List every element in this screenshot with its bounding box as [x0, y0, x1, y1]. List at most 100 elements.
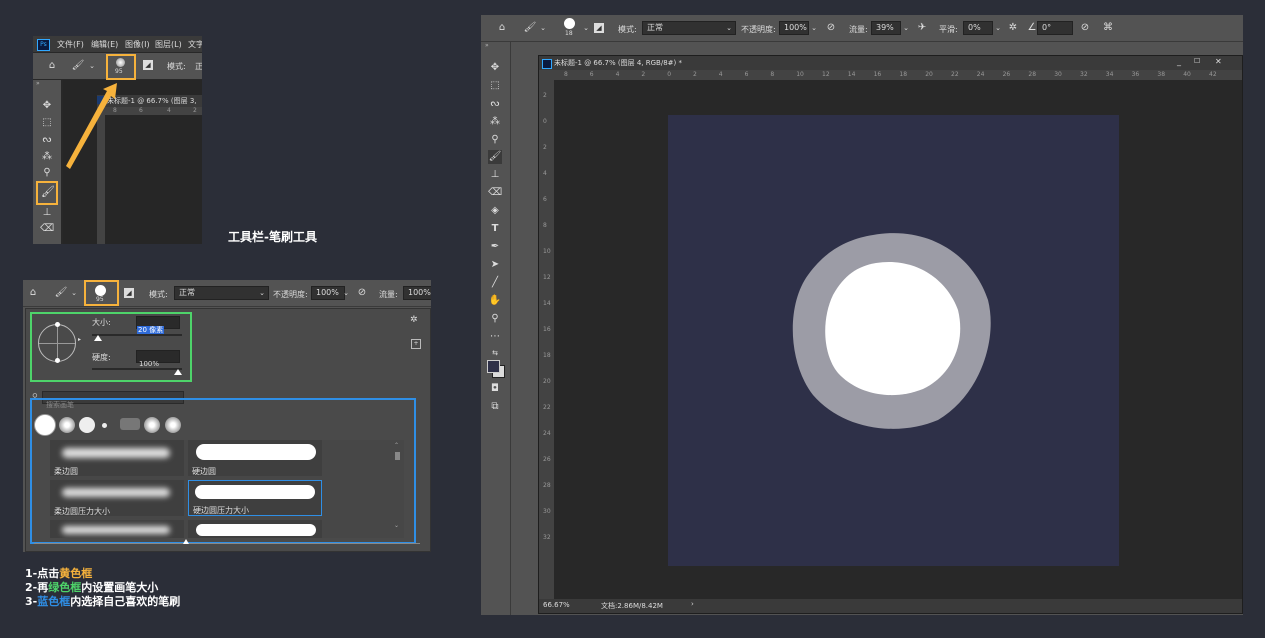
mode-select[interactable]: 正常 ⌄ — [642, 21, 736, 35]
foreground-color-swatch[interactable] — [487, 360, 500, 373]
maximize-icon[interactable]: ☐ — [1194, 57, 1200, 65]
minimize-icon[interactable]: _ — [1177, 57, 1181, 66]
collapse-icon[interactable]: » — [485, 42, 489, 49]
swap-colors-icon[interactable]: ⇆ — [488, 346, 502, 360]
recent-brush-selected[interactable] — [34, 414, 56, 436]
home-icon[interactable]: ⌂ — [495, 22, 509, 34]
hardness-slider-thumb[interactable] — [174, 369, 182, 375]
pressure-size-icon[interactable]: ⊘ — [1078, 22, 1092, 34]
size-slider-track[interactable] — [92, 334, 182, 336]
ruler-num: 6 — [589, 71, 594, 78]
brush-settings-icon[interactable]: ◢ — [124, 288, 134, 298]
mode-select[interactable]: 正常 ⌄ — [174, 286, 269, 300]
recent-brush[interactable] — [120, 418, 140, 430]
more-tools-icon[interactable]: ⋯ — [488, 330, 502, 344]
ruler-num: 14 — [543, 300, 551, 307]
home-icon[interactable]: ⌂ — [26, 287, 40, 299]
screen-mode-icon[interactable]: ⧉ — [488, 400, 502, 414]
handle-top[interactable] — [55, 322, 60, 327]
ruler-num: 10 — [796, 71, 804, 78]
preview-size-thumb[interactable] — [183, 539, 189, 544]
stamp-tool-icon[interactable]: ⊥ — [488, 168, 502, 182]
brush-angle-preview[interactable] — [38, 322, 76, 363]
new-preset-icon[interactable]: + — [411, 339, 421, 349]
opacity-input[interactable]: 100% — [779, 21, 809, 35]
symmetry-icon[interactable]: ⌘ — [1101, 22, 1115, 34]
close-icon[interactable]: ✕ — [1215, 57, 1222, 66]
chevron-right-icon[interactable]: › — [691, 600, 694, 608]
brush-item-soft-round-pressure[interactable]: 柔边圆压力大小 — [50, 480, 184, 516]
scrollbar[interactable]: ⌃ ⌄ — [394, 442, 400, 532]
move-tool-icon[interactable]: ✥ — [488, 61, 502, 75]
recent-brush[interactable] — [144, 417, 160, 433]
zoom-tool-icon[interactable]: ⚲ — [488, 312, 502, 326]
recent-brush[interactable] — [165, 417, 181, 433]
flow-input[interactable]: 100% — [403, 286, 431, 300]
step-2: 2-再绿色框内设置画笔大小 — [25, 581, 180, 595]
type-tool-icon[interactable]: T — [488, 222, 502, 236]
zoom-level[interactable]: 66.67% — [543, 601, 570, 609]
recent-brush[interactable] — [102, 423, 107, 428]
brush-label: 柔边圆压力大小 — [54, 507, 110, 516]
size-slider-thumb[interactable] — [94, 335, 102, 341]
hardness-slider-track[interactable] — [92, 368, 182, 370]
hardness-input[interactable]: 100% — [136, 350, 180, 368]
flow-input[interactable]: 39% — [871, 21, 901, 35]
recent-brush[interactable] — [59, 417, 75, 433]
instructions: 1-点击黄色框 2-再绿色框内设置画笔大小 3-蓝色框内选择自己喜欢的笔刷 — [25, 567, 180, 609]
pressure-opacity-icon[interactable]: ⊘ — [355, 287, 369, 299]
brush-item-hard-round-pressure[interactable]: 硬边圆压力大小 — [188, 480, 322, 516]
handle-bottom[interactable] — [55, 358, 60, 363]
size-input[interactable]: 20 像素 — [136, 316, 180, 334]
scroll-down-icon[interactable]: ⌄ — [394, 522, 399, 529]
ruler-num: 22 — [951, 71, 959, 78]
step-1: 1-点击黄色框 — [25, 567, 180, 581]
canvas[interactable] — [668, 115, 1119, 566]
gradient-tool-icon[interactable]: ◈ — [488, 204, 502, 218]
brush-tool-icon[interactable]: 🖌 — [54, 287, 68, 299]
eyedropper-icon[interactable]: ⚲ — [488, 133, 502, 147]
quick-mask-icon[interactable]: ◘ — [488, 382, 502, 396]
marquee-tool-icon[interactable]: ⬚ — [488, 79, 502, 93]
chevron-down-icon[interactable]: ⌄ — [67, 287, 81, 299]
chevron-down-icon[interactable]: ⌄ — [807, 22, 821, 34]
chevron-down-icon[interactable]: ⌄ — [899, 22, 913, 34]
pressure-opacity-icon[interactable]: ⊘ — [824, 22, 838, 34]
hand-tool-icon[interactable]: ✋ — [488, 294, 502, 308]
eraser-tool-icon[interactable]: ⌫ — [488, 186, 502, 200]
gear-icon[interactable]: ✲ — [410, 315, 418, 325]
ruler-left: 2 0 2 4 6 8 10 12 14 16 18 20 22 24 26 28 30 32 — [539, 80, 554, 599]
panel-options-bar: ⌂ 🖌 ⌄ 95 ◢ 模式: 正常 ⌄ 不透明度: 100% ⌄ ⊘ 流量: 1… — [23, 280, 431, 307]
pen-tool-icon[interactable]: ✒ — [488, 240, 502, 254]
chevron-down-icon[interactable]: ⌄ — [536, 22, 550, 34]
brush-preset-button[interactable]: 95 — [84, 280, 119, 306]
magic-wand-icon[interactable]: ⁂ — [488, 115, 502, 129]
brush-item-soft-round[interactable]: 柔边圆 — [50, 440, 184, 476]
chevron-down-icon[interactable]: ⌄ — [339, 287, 353, 299]
chevron-down-icon[interactable]: ⌄ — [579, 22, 593, 34]
smoothing-input[interactable]: 0% — [963, 21, 993, 35]
brush-tool-icon[interactable]: 🖌 — [523, 22, 537, 34]
brush-tool-icon[interactable]: 🖌 — [488, 150, 502, 164]
brush-settings-icon[interactable]: ◢ — [594, 23, 604, 33]
scroll-up-icon[interactable]: ⌃ — [394, 442, 399, 449]
size-value: 20 像素 — [137, 326, 165, 334]
angle-input[interactable]: 0° — [1037, 21, 1073, 35]
scroll-thumb[interactable] — [395, 452, 400, 460]
brush-item-partial[interactable] — [50, 520, 184, 538]
mode-value: 正常 — [179, 288, 195, 297]
brush-label: 柔边圆 — [54, 467, 78, 476]
preview-size-slider[interactable] — [34, 543, 420, 544]
airbrush-icon[interactable]: ✈ — [915, 22, 929, 34]
line-tool-icon[interactable]: ╱ — [488, 276, 502, 290]
brush-item-partial[interactable] — [188, 520, 322, 538]
lasso-tool-icon[interactable]: ᔓ — [488, 97, 502, 111]
step-text: 3- — [25, 595, 38, 608]
chevron-down-icon[interactable]: ⌄ — [991, 22, 1005, 34]
recent-brush[interactable] — [79, 417, 95, 433]
path-select-icon[interactable]: ➤ — [488, 258, 502, 272]
ps-doc-icon — [542, 59, 552, 69]
brush-item-hard-round[interactable]: 硬边圆 — [188, 440, 322, 476]
gear-icon[interactable]: ✲ — [1006, 22, 1020, 34]
brush-preset-button[interactable]: 18 — [559, 17, 581, 39]
